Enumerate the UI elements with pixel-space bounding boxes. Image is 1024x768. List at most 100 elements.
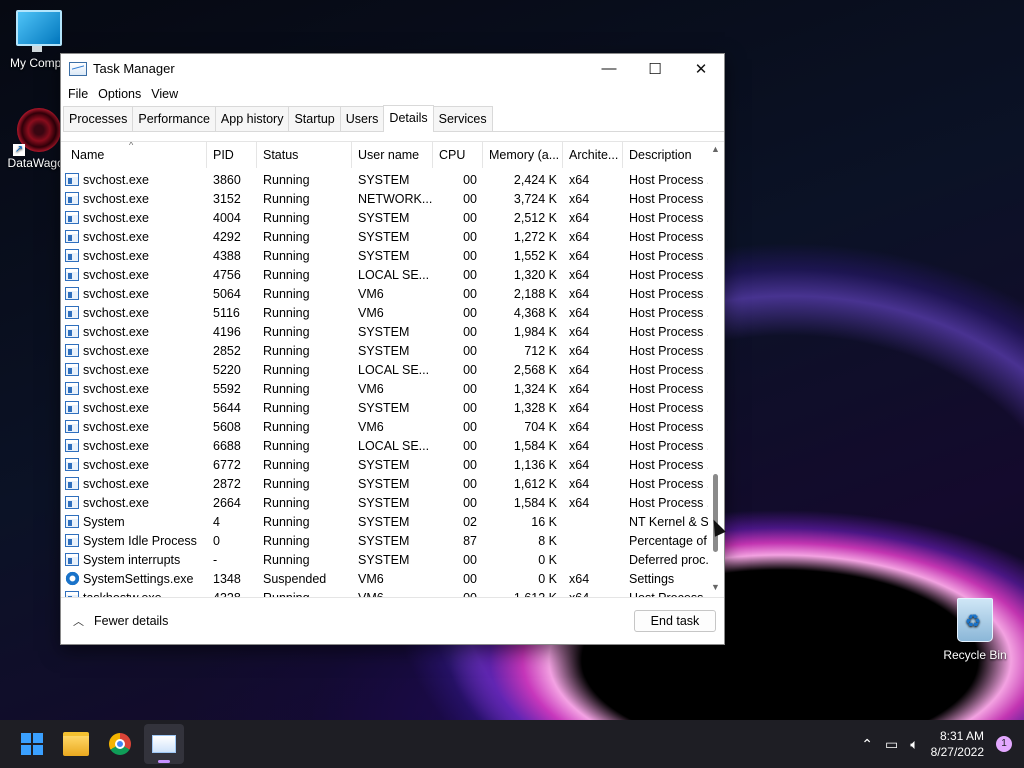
process-icon	[65, 496, 79, 509]
table-row[interactable]: svchost.exe 5592 Running VM6 00 1,324 K x64 Hos…	[61, 379, 708, 398]
table-row[interactable]: svchost.exe 3152 Running NETWORK... 00 3,724 …	[61, 189, 708, 208]
process-name: SystemSettings.exe	[83, 571, 194, 586]
table-row[interactable]: svchost.exe 2852 Running SYSTEM 00 712 K x64 Ho…	[61, 341, 708, 360]
desktop-icon-recycle-bin[interactable]: ♻ Recycle Bin	[936, 598, 1014, 662]
table-row[interactable]: svchost.exe 5644 Running SYSTEM 00 1,328 K x64…	[61, 398, 708, 417]
cell-name: System Idle Process	[61, 534, 207, 548]
process-icon	[65, 249, 79, 262]
table-row[interactable]: svchost.exe 4756 Running LOCAL SE... 00 1,320…	[61, 265, 708, 284]
cell-name: svchost.exe	[61, 420, 207, 434]
column-header-status[interactable]: Status	[257, 142, 352, 168]
table-row[interactable]: svchost.exe 5608 Running VM6 00 704 K x64 Host …	[61, 417, 708, 436]
process-icon	[65, 477, 79, 490]
scroll-down-arrow-icon[interactable]: ▼	[711, 582, 720, 592]
clock[interactable]: 8:31 AM 8/27/2022	[931, 728, 984, 760]
tab-processes[interactable]: Processes	[63, 106, 134, 131]
cell-status: Running	[263, 343, 310, 358]
table-row[interactable]: svchost.exe 5064 Running VM6 00 2,188 K x64 Hos…	[61, 284, 708, 303]
cell-cpu: 00	[463, 400, 477, 415]
cell-architecture: x64	[569, 495, 590, 510]
menu-file[interactable]: File	[63, 87, 93, 101]
cell-description: Percentage of...	[629, 533, 708, 548]
fewer-details-label: Fewer details	[94, 614, 169, 628]
fewer-details-toggle[interactable]: ︿ Fewer details	[73, 613, 168, 629]
process-name: System	[83, 514, 125, 529]
table-row[interactable]: svchost.exe 4292 Running SYSTEM 00 1,272 K x64…	[61, 227, 708, 246]
scrollbar-thumb[interactable]	[713, 474, 718, 552]
cell-cpu: 00	[463, 248, 477, 263]
tab-startup[interactable]: Startup	[288, 106, 341, 131]
cell-cpu: 87	[463, 533, 477, 548]
cell-description: Host Process ...	[629, 457, 708, 472]
table-row[interactable]: svchost.exe 5116 Running VM6 00 4,368 K x64 Hos…	[61, 303, 708, 322]
folder-icon	[63, 732, 89, 756]
taskbar-task-manager[interactable]	[144, 724, 184, 764]
network-icon[interactable]: ▭	[885, 736, 898, 753]
minimize-button[interactable]: —	[586, 54, 632, 83]
table-row[interactable]: svchost.exe 4388 Running SYSTEM 00 1,552 K x64…	[61, 246, 708, 265]
cell-user-name: SYSTEM	[358, 495, 410, 510]
cell-cpu: 00	[463, 324, 477, 339]
chevron-up-icon: ︿	[73, 616, 84, 628]
cell-status: Running	[263, 552, 310, 567]
process-name: svchost.exe	[83, 495, 150, 510]
scroll-up-arrow-icon[interactable]: ▲	[711, 144, 720, 154]
cell-pid: 6772	[213, 457, 241, 472]
table-row[interactable]: svchost.exe 6772 Running SYSTEM 00 1,136 K x64…	[61, 455, 708, 474]
cell-architecture: x64	[569, 400, 590, 415]
maximize-button[interactable]: ☐	[632, 54, 678, 83]
tab-details[interactable]: Details	[383, 105, 434, 132]
table-row[interactable]: svchost.exe 2872 Running SYSTEM 00 1,612 K x64…	[61, 474, 708, 493]
title-bar[interactable]: Task Manager — ☐ ✕	[61, 54, 724, 83]
cell-pid: 3152	[213, 191, 241, 206]
close-button[interactable]: ✕	[678, 54, 724, 83]
cell-description: Deferred proc...	[629, 552, 708, 567]
menu-view[interactable]: View	[146, 87, 183, 101]
table-row[interactable]: System Idle Process 0 Running SYSTEM 87 8 K Pe…	[61, 531, 708, 550]
column-header-name[interactable]: Name	[61, 142, 207, 168]
taskbar-file-explorer[interactable]	[56, 724, 96, 764]
column-header-memory[interactable]: Memory (a...	[483, 142, 563, 168]
column-header-pid[interactable]: PID	[207, 142, 257, 168]
sort-ascending-icon: ^	[129, 141, 134, 150]
tab-services[interactable]: Services	[432, 106, 493, 131]
column-header-description[interactable]: Description	[623, 142, 708, 168]
cell-architecture: x64	[569, 191, 590, 206]
table-row[interactable]: System interrupts - Running SYSTEM 00 0 K Defe…	[61, 550, 708, 569]
cell-user-name: SYSTEM	[358, 476, 410, 491]
cell-status: Suspended	[263, 571, 327, 586]
table-body: svchost.exe 3860 Running SYSTEM 00 2,424 K x64…	[61, 170, 708, 598]
notification-badge[interactable]: 1	[996, 736, 1012, 752]
table-row[interactable]: svchost.exe 6688 Running LOCAL SE... 00 1,584…	[61, 436, 708, 455]
table-row[interactable]: svchost.exe 2664 Running SYSTEM 00 1,584 K x64…	[61, 493, 708, 512]
table-row[interactable]: svchost.exe 3860 Running SYSTEM 00 2,424 K x64…	[61, 170, 708, 189]
chevron-up-icon[interactable]: ⌃	[861, 736, 873, 753]
cell-description: Host Process ...	[629, 438, 708, 453]
table-row[interactable]: svchost.exe 4004 Running SYSTEM 00 2,512 K x64…	[61, 208, 708, 227]
cell-architecture: x64	[569, 381, 590, 396]
end-task-button[interactable]: End task	[634, 610, 716, 632]
table-row[interactable]: svchost.exe 5220 Running LOCAL SE... 00 2,568…	[61, 360, 708, 379]
volume-icon[interactable]: 🔈︎	[910, 736, 918, 753]
cell-description: Host Process ...	[629, 324, 708, 339]
table-row[interactable]: System 4 Running SYSTEM 02 16 K NT Kernel & S.…	[61, 512, 708, 531]
taskbar-chrome[interactable]	[100, 724, 140, 764]
tab-app-history[interactable]: App history	[214, 106, 290, 131]
table-row[interactable]: SystemSettings.exe 1348 Suspended VM6 00 0 K x…	[61, 569, 708, 588]
start-button[interactable]	[12, 724, 52, 764]
cell-user-name: VM6	[358, 419, 384, 434]
cell-architecture: x64	[569, 571, 590, 586]
cell-name: svchost.exe	[61, 192, 207, 206]
column-header-cpu[interactable]: CPU	[433, 142, 483, 168]
cell-memory: 1,984 K	[513, 324, 557, 339]
column-header-architecture[interactable]: Archite...	[563, 142, 623, 168]
cell-user-name: VM6	[358, 571, 384, 586]
menu-options[interactable]: Options	[93, 87, 146, 101]
cell-memory: 8 K	[538, 533, 557, 548]
tab-performance[interactable]: Performance	[132, 106, 216, 131]
tab-users[interactable]: Users	[339, 106, 385, 131]
column-header-user-name[interactable]: User name	[352, 142, 433, 168]
cell-status: Running	[263, 381, 310, 396]
table-row[interactable]: svchost.exe 4196 Running SYSTEM 00 1,984 K x64…	[61, 322, 708, 341]
cell-status: Running	[263, 362, 310, 377]
